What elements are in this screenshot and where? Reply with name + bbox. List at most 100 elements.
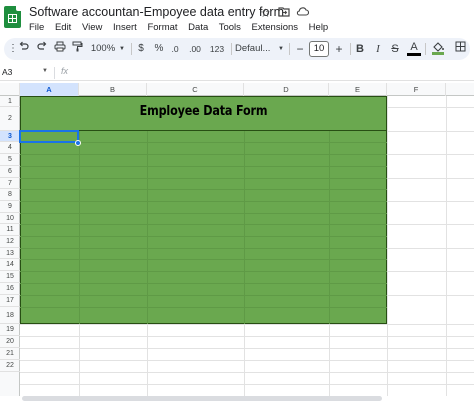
- move-to-folder-icon[interactable]: [278, 6, 290, 20]
- currency-format-button[interactable]: $: [135, 41, 147, 57]
- row-header-22[interactable]: 22: [0, 360, 20, 372]
- column-header-c[interactable]: C: [147, 83, 244, 96]
- selected-cell-a3[interactable]: [19, 130, 79, 143]
- row-header-18[interactable]: 18: [0, 307, 20, 324]
- select-all-corner[interactable]: [0, 83, 20, 96]
- row-header-17[interactable]: 17: [0, 295, 20, 307]
- gridline: [387, 107, 474, 108]
- form-gridline: [20, 213, 387, 214]
- borders-icon[interactable]: [453, 41, 467, 57]
- form-gridline: [20, 307, 387, 308]
- gridline: [387, 201, 474, 202]
- menu-help[interactable]: Help: [309, 22, 329, 33]
- star-icon[interactable]: ☆: [260, 6, 271, 20]
- menu-extensions[interactable]: Extensions: [252, 22, 298, 33]
- print-icon[interactable]: [53, 41, 67, 57]
- row-header-3[interactable]: 3: [0, 131, 20, 142]
- zoom-chevron-down-icon[interactable]: ▼: [118, 41, 126, 57]
- gridline: [20, 372, 474, 373]
- menu-edit[interactable]: Edit: [55, 22, 71, 33]
- paint-format-icon[interactable]: [70, 41, 84, 57]
- row-header-14[interactable]: 14: [0, 259, 20, 271]
- gridline: [387, 154, 474, 155]
- redo-icon[interactable]: [35, 41, 49, 57]
- row-header-21[interactable]: 21: [0, 348, 20, 360]
- document-title[interactable]: Software accountan-Empoyee data entry fo…: [29, 5, 284, 19]
- row-header-9[interactable]: 9: [0, 201, 20, 213]
- fill-handle[interactable]: [75, 140, 81, 146]
- menu-insert[interactable]: Insert: [113, 22, 137, 33]
- row-header-2[interactable]: 2: [0, 107, 20, 131]
- form-title-cell[interactable]: Employee Data Form: [46, 104, 362, 119]
- gridline: [387, 248, 474, 249]
- form-gridline: [20, 166, 387, 167]
- row-header-5[interactable]: 5: [0, 154, 20, 166]
- undo-icon[interactable]: [16, 41, 30, 57]
- row-header-16[interactable]: 16: [0, 283, 20, 295]
- form-gridline: [20, 236, 387, 237]
- column-header-e[interactable]: E: [329, 83, 387, 96]
- column-header-f[interactable]: F: [387, 83, 446, 96]
- sheets-logo-icon[interactable]: [4, 6, 21, 28]
- menu-data[interactable]: Data: [188, 22, 208, 33]
- row-header-12[interactable]: 12: [0, 236, 20, 248]
- gridline: [20, 360, 474, 361]
- spreadsheet-app: Software accountan-Empoyee data entry fo…: [0, 0, 474, 404]
- row-header-6[interactable]: 6: [0, 166, 20, 178]
- toolbar-divider: [131, 43, 132, 55]
- row-header-15[interactable]: 15: [0, 271, 20, 283]
- cloud-status-icon[interactable]: [296, 6, 310, 20]
- formula-divider: [54, 67, 55, 79]
- row-header-13[interactable]: 13: [0, 248, 20, 259]
- form-gridline: [20, 201, 387, 202]
- text-color-button[interactable]: A: [407, 41, 421, 56]
- gridline: [20, 324, 474, 325]
- row-header-8[interactable]: 8: [0, 189, 20, 201]
- row-header-11[interactable]: 11: [0, 224, 20, 236]
- percent-format-button[interactable]: %: [153, 41, 165, 57]
- row-header-20[interactable]: 20: [0, 336, 20, 348]
- font-size-input[interactable]: 10: [309, 41, 329, 57]
- row-header-4[interactable]: 4: [0, 142, 20, 154]
- menu-file[interactable]: File: [29, 22, 44, 33]
- italic-button[interactable]: I: [372, 41, 384, 57]
- more-formats-button[interactable]: 123: [208, 41, 226, 57]
- zoom-select[interactable]: 100%: [88, 41, 118, 57]
- gridline: [387, 131, 474, 132]
- form-gridline: [20, 178, 387, 179]
- gridline: [387, 224, 474, 225]
- font-family-select[interactable]: Defaul...: [235, 41, 277, 57]
- column-header-a[interactable]: A: [20, 83, 79, 96]
- gridline: [446, 96, 447, 396]
- toolbar-divider: [231, 43, 232, 55]
- row-header-1[interactable]: 1: [0, 96, 20, 107]
- gridline: [20, 336, 474, 337]
- gridline: [20, 348, 474, 349]
- menu-view[interactable]: View: [82, 22, 102, 33]
- form-gridline: [20, 295, 387, 296]
- gridline: [387, 295, 474, 296]
- name-box-chevron-down-icon[interactable]: ▼: [42, 68, 48, 74]
- strikethrough-button[interactable]: S: [389, 41, 401, 57]
- gridline: [387, 96, 388, 396]
- row-header-19[interactable]: 19: [0, 324, 20, 336]
- toolbar: ⋮ 100% ▼ $ % .0 .00 123 Defaul... ▼ − 10…: [4, 38, 470, 60]
- bold-button[interactable]: B: [354, 41, 366, 57]
- menu-search-icon[interactable]: ⋮: [8, 41, 18, 57]
- column-header-b[interactable]: B: [79, 83, 147, 96]
- row-header-7[interactable]: 7: [0, 178, 20, 189]
- form-gridline: [20, 283, 387, 284]
- font-chevron-down-icon[interactable]: ▼: [277, 41, 285, 57]
- font-size-decrease-button[interactable]: −: [294, 41, 306, 57]
- decrease-decimals-button[interactable]: .0: [168, 41, 182, 57]
- menu-format[interactable]: Format: [147, 22, 177, 33]
- column-header-d[interactable]: D: [244, 83, 329, 96]
- increase-decimals-button[interactable]: .00: [186, 41, 204, 57]
- font-size-increase-button[interactable]: +: [333, 41, 345, 57]
- toolbar-divider: [350, 43, 351, 55]
- horizontal-scrollbar[interactable]: [22, 396, 382, 401]
- row-header-10[interactable]: 10: [0, 213, 20, 224]
- menu-tools[interactable]: Tools: [219, 22, 241, 33]
- name-box[interactable]: A3: [2, 67, 12, 77]
- fill-color-icon[interactable]: [430, 41, 446, 57]
